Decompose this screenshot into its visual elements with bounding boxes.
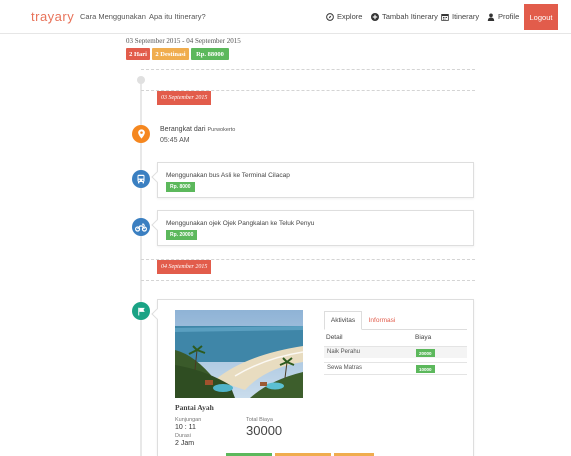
transport-card: Menggunakan ojek Ojek Pangkalan ke Teluk… — [151, 210, 474, 246]
nav-tambah-itinerary[interactable]: Tambah Itinerary — [371, 12, 438, 21]
departure-time: 05:45 AM — [160, 137, 190, 144]
kunjungan-label: Kunjungan — [175, 417, 202, 423]
brand-logo[interactable]: trayary — [31, 9, 74, 24]
table-header-detail: Detail — [326, 334, 343, 341]
compass-icon — [326, 12, 334, 21]
table-header-biaya: Biaya — [415, 334, 432, 341]
kunjungan-value: 10 : 11 — [175, 424, 196, 431]
logout-button[interactable]: Logout — [524, 4, 558, 30]
nav-itinerary[interactable]: Itinerary — [441, 12, 479, 21]
nav-itinerary-label: Itinerary — [452, 12, 480, 21]
departure-label: Berangkat dari Purwokerto — [160, 126, 235, 133]
departure-place: Purwokerto — [207, 127, 236, 133]
itinerary-date-range: 03 September 2015 - 04 September 2015 — [126, 37, 241, 45]
card-pointer — [151, 171, 163, 183]
durasi-value: 2 Jam — [175, 440, 195, 447]
nav-explore-label: Explore — [337, 12, 363, 21]
day-divider-lower — [141, 280, 475, 281]
transport-description: Menggunakan ojek Ojek Pangkalan ke Teluk… — [166, 220, 315, 227]
transport-card: Menggunakan bus Asli ke Terminal Cilacap… — [151, 162, 474, 198]
row-detail: Sewa Matras — [327, 365, 363, 371]
navbar: trayary Cara Menggunakan Apa itu Itinera… — [0, 0, 571, 34]
divider — [141, 69, 475, 70]
calendar-icon — [441, 13, 449, 21]
nav-link-cara[interactable]: Cara Menggunakan — [80, 12, 146, 21]
timeline-start-dot — [137, 76, 145, 84]
user-icon — [487, 13, 495, 21]
durasi-label: Durasi — [175, 433, 191, 439]
tab-aktivitas[interactable]: Aktivitas — [324, 311, 362, 330]
destination-name: Pantai Ayah — [175, 403, 214, 412]
nav-explore[interactable]: Explore — [326, 12, 362, 21]
transport-price: Rp. 8000 — [166, 182, 195, 192]
day-date-chip: 04 September 2015 — [157, 260, 212, 274]
table-row: Sewa Matras 10000 — [324, 362, 467, 374]
nav-profile-label: Profile — [498, 12, 520, 21]
day-date-chip: 03 September 2015 — [157, 91, 212, 105]
bus-icon — [132, 170, 150, 188]
departure-prefix: Berangkat — [160, 126, 192, 133]
badge-destinations: 2 Destinasi — [152, 48, 189, 60]
destination-card: Pantai Ayah Kunjungan 10 : 11 Durasi 2 J… — [151, 299, 474, 456]
table-bottom-border — [324, 374, 467, 375]
destination-photo[interactable] — [175, 310, 303, 398]
nav-profile[interactable]: Profile — [487, 12, 519, 21]
badge-total-cost: Rp. 88000 — [191, 48, 229, 60]
badge-days: 2 Hari — [126, 48, 150, 60]
motorcycle-icon — [132, 218, 150, 236]
map-marker-icon — [132, 125, 150, 143]
total-biaya-value: 30000 — [246, 423, 283, 438]
nav-link-apa-itu[interactable]: Apa itu Itinerary? — [149, 12, 206, 21]
card-pointer — [151, 219, 163, 231]
plus-circle-icon — [371, 12, 379, 21]
row-detail: Naik Perahu — [327, 349, 361, 355]
transport-description: Menggunakan bus Asli ke Terminal Cilacap — [166, 172, 290, 179]
tab-informasi[interactable]: Informasi — [362, 311, 402, 330]
card-pointer — [151, 308, 163, 320]
row-biaya: 10000 — [416, 365, 435, 373]
destination-tabs: Aktivitas Informasi — [324, 311, 467, 330]
nav-tambah-label: Tambah Itinerary — [382, 12, 438, 21]
departure-mid: dari — [193, 126, 206, 133]
flag-icon — [132, 302, 150, 320]
row-biaya: 20000 — [416, 349, 435, 357]
transport-price: Rp. 20000 — [166, 230, 198, 240]
table-row: Naik Perahu 20000 — [324, 346, 467, 358]
